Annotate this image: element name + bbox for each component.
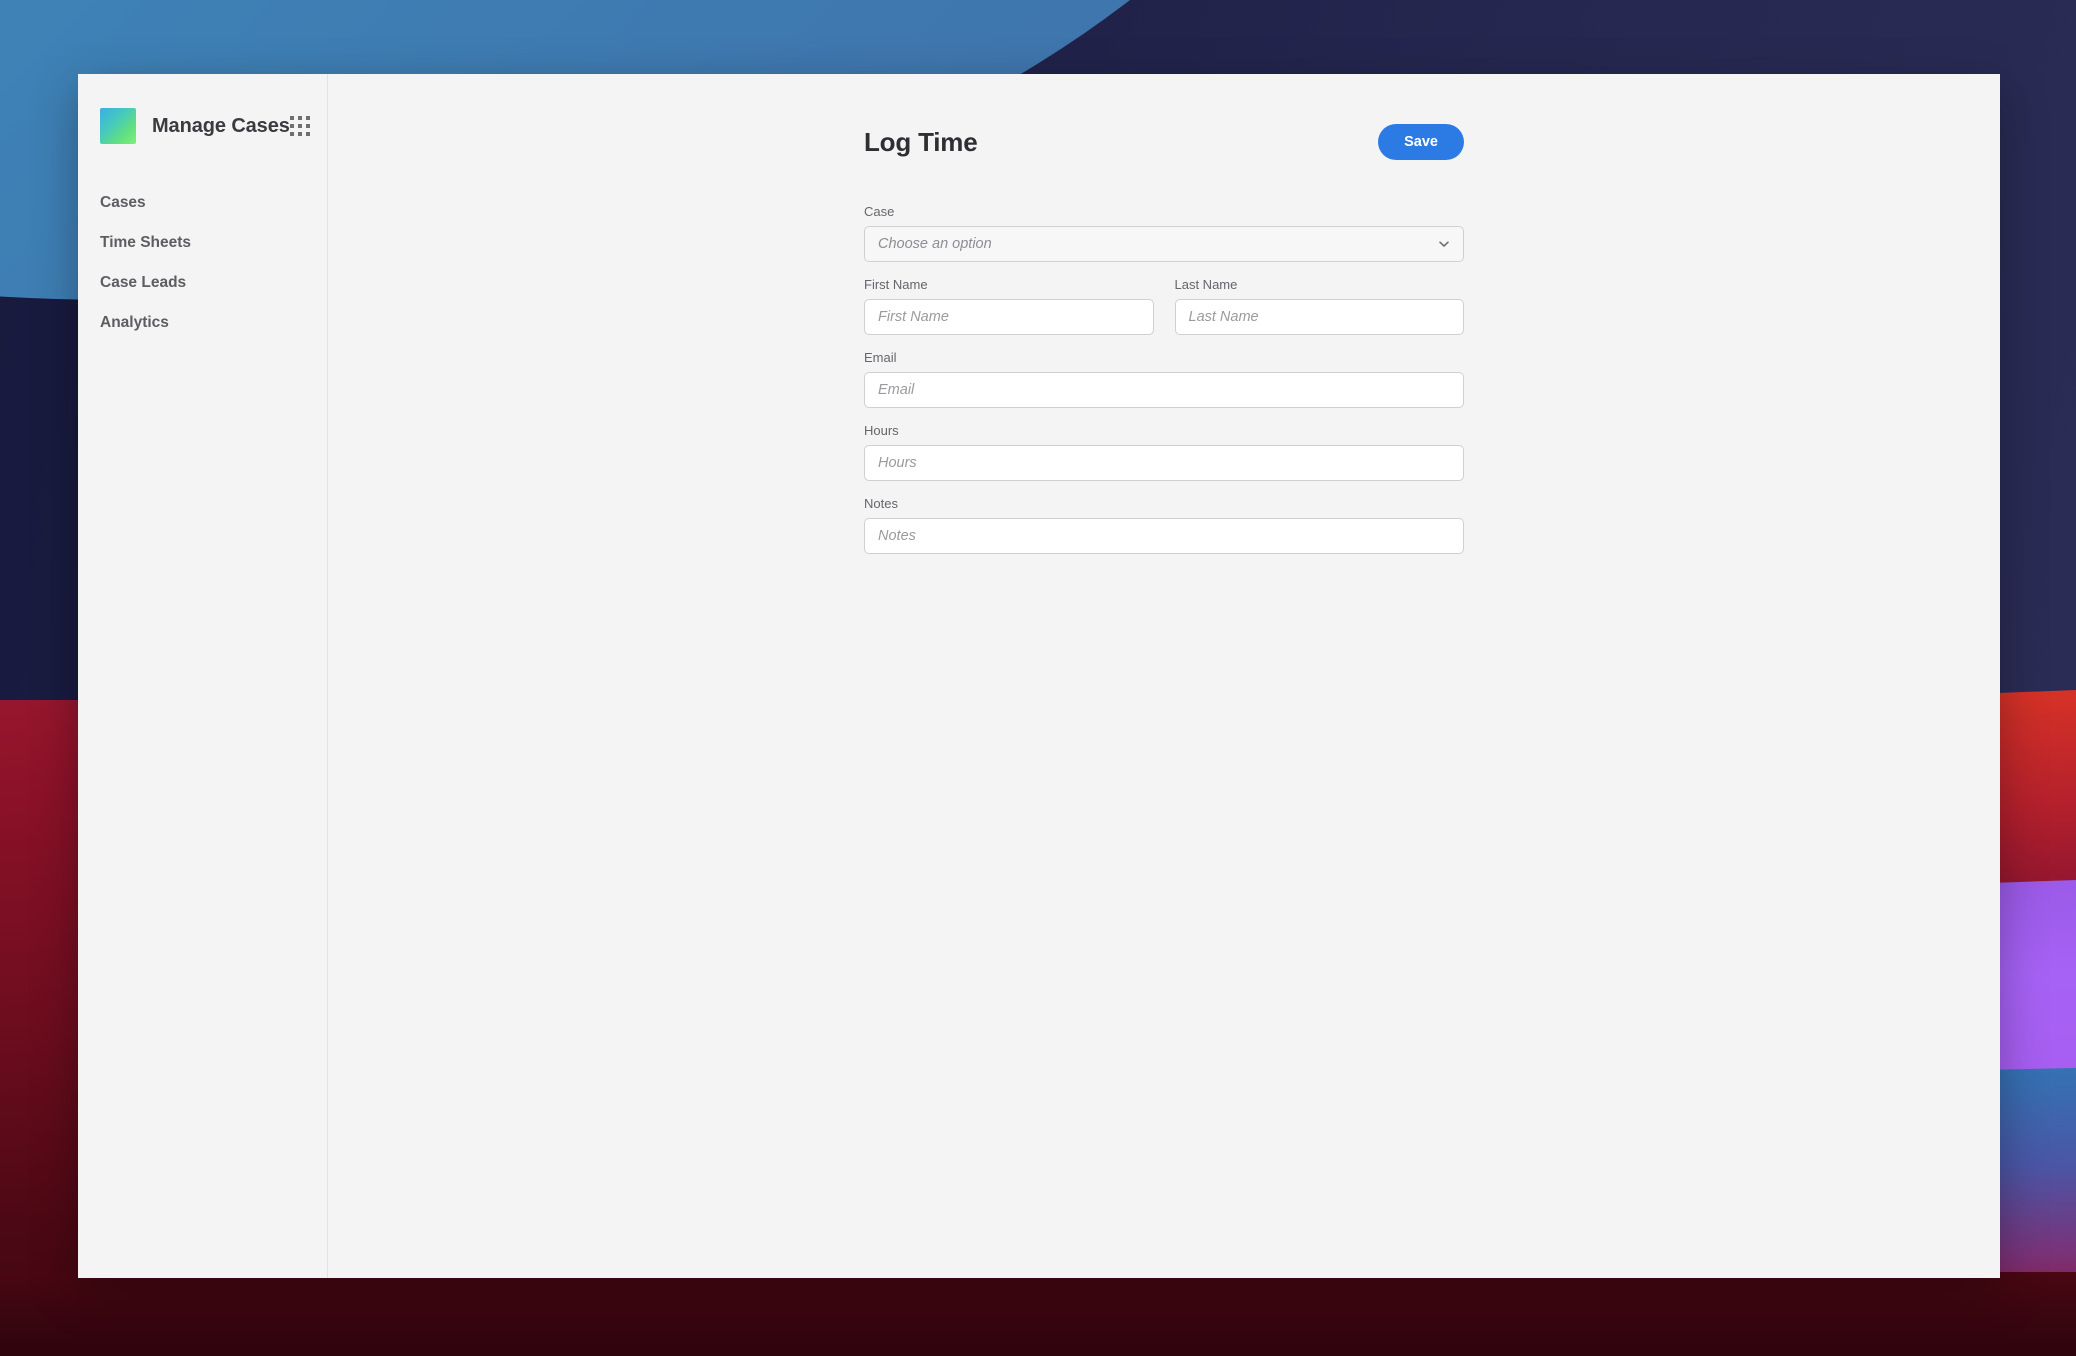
sidebar-item-case-leads[interactable]: Case Leads <box>78 263 327 303</box>
grid-dot <box>289 116 294 120</box>
brand-title: Manage Cases <box>152 114 290 137</box>
email-input[interactable] <box>864 372 1464 408</box>
case-select[interactable]: Choose an option <box>864 226 1464 262</box>
brand-header: Manage Cases <box>78 95 327 157</box>
grid-dot <box>305 116 310 120</box>
sidebar-item-time-sheets[interactable]: Time Sheets <box>78 223 327 263</box>
grid-dot <box>289 132 294 136</box>
hours-input[interactable] <box>864 445 1464 481</box>
last-name-input[interactable] <box>1174 299 1464 335</box>
hours-label: Hours <box>864 423 899 438</box>
case-select-wrapper: Choose an option <box>864 226 1464 262</box>
save-button[interactable]: Save <box>1378 124 1464 160</box>
field-notes: Notes <box>864 496 1464 554</box>
field-first-name: First Name <box>864 277 1154 335</box>
name-row: First Name Last Name <box>864 277 1464 350</box>
notes-label: Notes <box>864 496 898 511</box>
page-title: Log Time <box>864 126 978 157</box>
field-case: Case Choose an option <box>864 204 1464 262</box>
app-window: Manage Cases Cases Time Sheets Case Lead… <box>78 74 2000 1278</box>
wallpaper-maroon-strip <box>0 1272 2076 1356</box>
sidebar-item-cases[interactable]: Cases <box>78 183 327 223</box>
field-email: Email <box>864 350 1464 408</box>
page-header: Log Time Save <box>864 124 1464 160</box>
main-content: Log Time Save Case Choose an option Firs… <box>328 74 2000 1278</box>
grid-dot <box>297 132 302 136</box>
log-time-form: Log Time Save Case Choose an option Firs… <box>864 74 1464 554</box>
first-name-input[interactable] <box>864 299 1154 335</box>
field-last-name: Last Name <box>1174 277 1464 335</box>
last-name-label: Last Name <box>1174 277 1238 292</box>
grid-dots-icon[interactable] <box>289 116 310 136</box>
case-label: Case <box>864 204 895 219</box>
sidebar-nav: Cases Time Sheets Case Leads Analytics <box>78 183 327 343</box>
grid-dot <box>305 132 310 136</box>
first-name-label: First Name <box>864 277 928 292</box>
grid-dot <box>289 124 294 128</box>
sidebar: Manage Cases Cases Time Sheets Case Lead… <box>78 74 328 1278</box>
grid-dot <box>297 116 302 120</box>
grid-dot <box>297 124 302 128</box>
notes-input[interactable] <box>864 518 1464 554</box>
app-logo-icon <box>100 108 136 144</box>
email-label: Email <box>864 350 897 365</box>
field-hours: Hours <box>864 423 1464 481</box>
grid-dot <box>305 124 310 128</box>
sidebar-item-analytics[interactable]: Analytics <box>78 303 327 343</box>
